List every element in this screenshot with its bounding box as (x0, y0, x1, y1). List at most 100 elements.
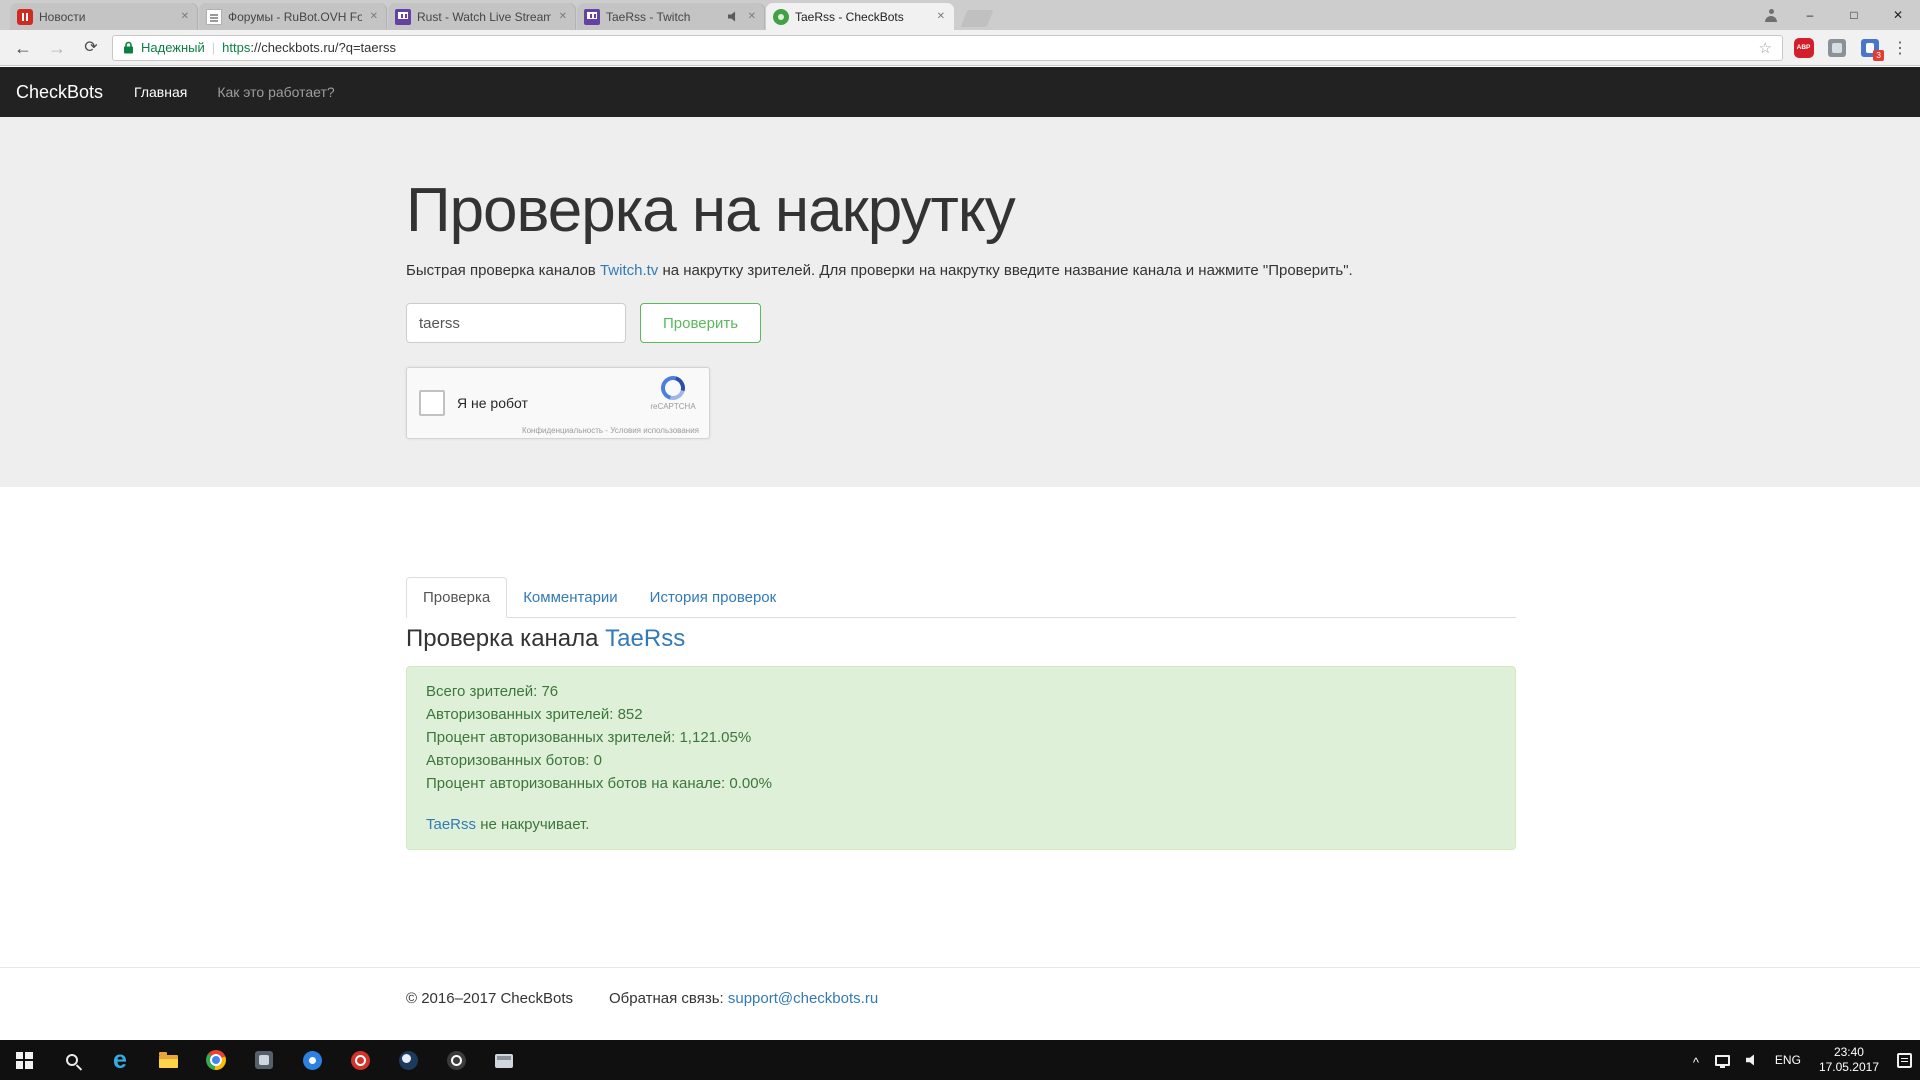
subtitle-text: Быстрая проверка каналов (406, 262, 600, 279)
taskbar-edge-button[interactable]: e (96, 1040, 144, 1080)
hero-subtitle: Быстрая проверка каналов Twitch.tv на на… (406, 262, 1920, 279)
tray-volume-button[interactable] (1738, 1040, 1767, 1080)
tab-title: Новости (39, 10, 173, 24)
nav-link-home[interactable]: Главная (119, 67, 202, 117)
channel-link[interactable]: TaeRss (605, 625, 685, 652)
browser-tab-checkbots-active[interactable]: TaeRss - CheckBots ✕ (766, 3, 954, 30)
extension-button-3[interactable]: 3 (1857, 35, 1882, 60)
taskbar-app-2[interactable] (288, 1040, 336, 1080)
tab-history[interactable]: История проверок (634, 578, 793, 617)
padlock-icon (123, 41, 134, 54)
taskbar-clock[interactable]: 23:40 17.05.2017 (1809, 1045, 1889, 1075)
search-icon (66, 1054, 78, 1066)
security-label[interactable]: Надежный (141, 40, 205, 55)
recaptcha-brand: reCAPTCHA (647, 402, 699, 411)
window-close-button[interactable]: ✕ (1876, 0, 1920, 30)
news-favicon (17, 9, 33, 25)
verdict-text: не накручивает. (476, 816, 589, 833)
recaptcha-checkbox[interactable] (419, 390, 445, 416)
action-center-button[interactable] (1889, 1040, 1920, 1080)
stat-auth-percent: Процент авторизованных зрителей: 1,121.0… (426, 726, 1496, 749)
browser-tab-taerss-twitch[interactable]: TaeRss - Twitch ✕ (577, 3, 765, 30)
channel-input[interactable] (406, 303, 626, 343)
verdict-line: TaeRss не накручивает. (426, 813, 1496, 836)
windows-logo-icon (16, 1052, 33, 1069)
forward-button[interactable]: → (44, 39, 70, 57)
window-maximize-button[interactable]: □ (1832, 0, 1876, 30)
start-button[interactable] (0, 1040, 48, 1080)
page-favicon (206, 9, 222, 25)
taskbar-app-3[interactable] (336, 1040, 384, 1080)
stat-auth-viewers: Авторизованных зрителей: 852 (426, 703, 1496, 726)
taskbar-app-5[interactable] (432, 1040, 480, 1080)
stat-auth-bots: Авторизованных ботов: 0 (426, 749, 1496, 772)
browser-menu-button[interactable]: ⋮ (1890, 38, 1910, 58)
page-title: Проверка на накрутку (406, 175, 1920, 246)
taskbar-apps: e (0, 1040, 528, 1080)
desktop-screen: Новости ✕ Форумы - RuBot.OVH Fo ✕ Rust -… (0, 0, 1920, 1080)
tab-close-icon[interactable]: ✕ (179, 10, 191, 24)
url-text[interactable]: https://checkbots.ru/?q=taerss (222, 40, 396, 55)
language-indicator[interactable]: ENG (1767, 1040, 1809, 1080)
browser-toolbar: ← → ⟳ Надежный | https://checkbots.ru/?q… (0, 30, 1920, 66)
tab-comments[interactable]: Комментарии (507, 578, 633, 617)
browser-profile-button[interactable] (1754, 0, 1788, 30)
stat-bots-percent: Процент авторизованных ботов на канале: … (426, 772, 1496, 795)
extension-button-2[interactable] (1824, 35, 1849, 60)
app-1-icon (255, 1051, 273, 1069)
taskbar-explorer-button[interactable] (144, 1040, 192, 1080)
clock-time: 23:40 (1834, 1045, 1864, 1060)
taskbar: e (0, 1040, 1920, 1080)
tab-title: TaeRss - Twitch (606, 10, 722, 24)
twitch-link[interactable]: Twitch.tv (600, 262, 658, 279)
address-bar[interactable]: Надежный | https://checkbots.ru/?q=taers… (112, 35, 1783, 61)
tab-close-icon[interactable]: ✕ (746, 10, 758, 24)
nav-link-how-it-works[interactable]: Как это работает? (202, 67, 349, 117)
result-heading: Проверка канала TaeRss (406, 624, 1516, 654)
hero-section: Проверка на накрутку Быстрая проверка ка… (0, 117, 1920, 487)
extension-2-icon (1828, 39, 1846, 57)
taskbar-app-1[interactable] (240, 1040, 288, 1080)
recaptcha-widget: Я не робот reCAPTCHA Конфиденциальность … (406, 367, 710, 439)
back-button[interactable]: ← (10, 39, 36, 57)
page-viewport: CheckBots Главная Как это работает? Пров… (0, 67, 1920, 1040)
taskbar-search-button[interactable] (48, 1040, 96, 1080)
tab-audio-icon[interactable] (728, 11, 740, 23)
browser-tab-novosti[interactable]: Новости ✕ (10, 3, 198, 30)
taskbar-app-6[interactable] (480, 1040, 528, 1080)
tab-check[interactable]: Проверка (406, 577, 507, 618)
site-footer: © 2016–2017 CheckBots Обратная связь: su… (0, 967, 1920, 1007)
recaptcha-legal-links[interactable]: Конфиденциальность - Условия использован… (522, 426, 699, 435)
clock-date: 17.05.2017 (1819, 1060, 1879, 1075)
check-controls: Проверить (406, 303, 1920, 343)
browser-tab-rust-stream[interactable]: Rust - Watch Live Stream ✕ (388, 3, 576, 30)
app-6-icon (495, 1054, 513, 1068)
recaptcha-icon (657, 372, 690, 405)
adblock-icon: ABP (1794, 38, 1814, 58)
site-brand[interactable]: CheckBots (0, 67, 119, 117)
tab-close-icon[interactable]: ✕ (368, 10, 380, 24)
bookmark-star-icon[interactable]: ☆ (1759, 39, 1772, 57)
stat-total-viewers: Всего зрителей: 76 (426, 680, 1496, 703)
refresh-button[interactable]: ⟳ (78, 40, 104, 56)
tab-close-icon[interactable]: ✕ (935, 10, 947, 24)
tray-network-button[interactable] (1707, 1040, 1738, 1080)
tray-expand-button[interactable]: ^ (1685, 1042, 1707, 1080)
extension-adblock-button[interactable]: ABP (1791, 35, 1816, 60)
recaptcha-logo: reCAPTCHA (647, 376, 699, 411)
new-tab-button[interactable] (961, 10, 994, 27)
verdict-channel-link[interactable]: TaeRss (426, 816, 476, 833)
support-email-link[interactable]: support@checkbots.ru (728, 990, 878, 1007)
tab-title: Rust - Watch Live Stream (417, 10, 551, 24)
taskbar-app-4[interactable] (384, 1040, 432, 1080)
system-tray: ^ ENG 23:40 17.05.2017 (1685, 1040, 1920, 1080)
app-2-icon (303, 1051, 322, 1070)
tab-close-icon[interactable]: ✕ (557, 10, 569, 24)
window-minimize-button[interactable]: – (1788, 0, 1832, 30)
check-button[interactable]: Проверить (640, 303, 761, 343)
app-5-icon (447, 1051, 466, 1070)
result-heading-text: Проверка канала (406, 625, 605, 652)
taskbar-chrome-button[interactable] (192, 1040, 240, 1080)
browser-tabstrip: Новости ✕ Форумы - RuBot.OVH Fo ✕ Rust -… (0, 0, 1920, 30)
browser-tab-forums[interactable]: Форумы - RuBot.OVH Fo ✕ (199, 3, 387, 30)
